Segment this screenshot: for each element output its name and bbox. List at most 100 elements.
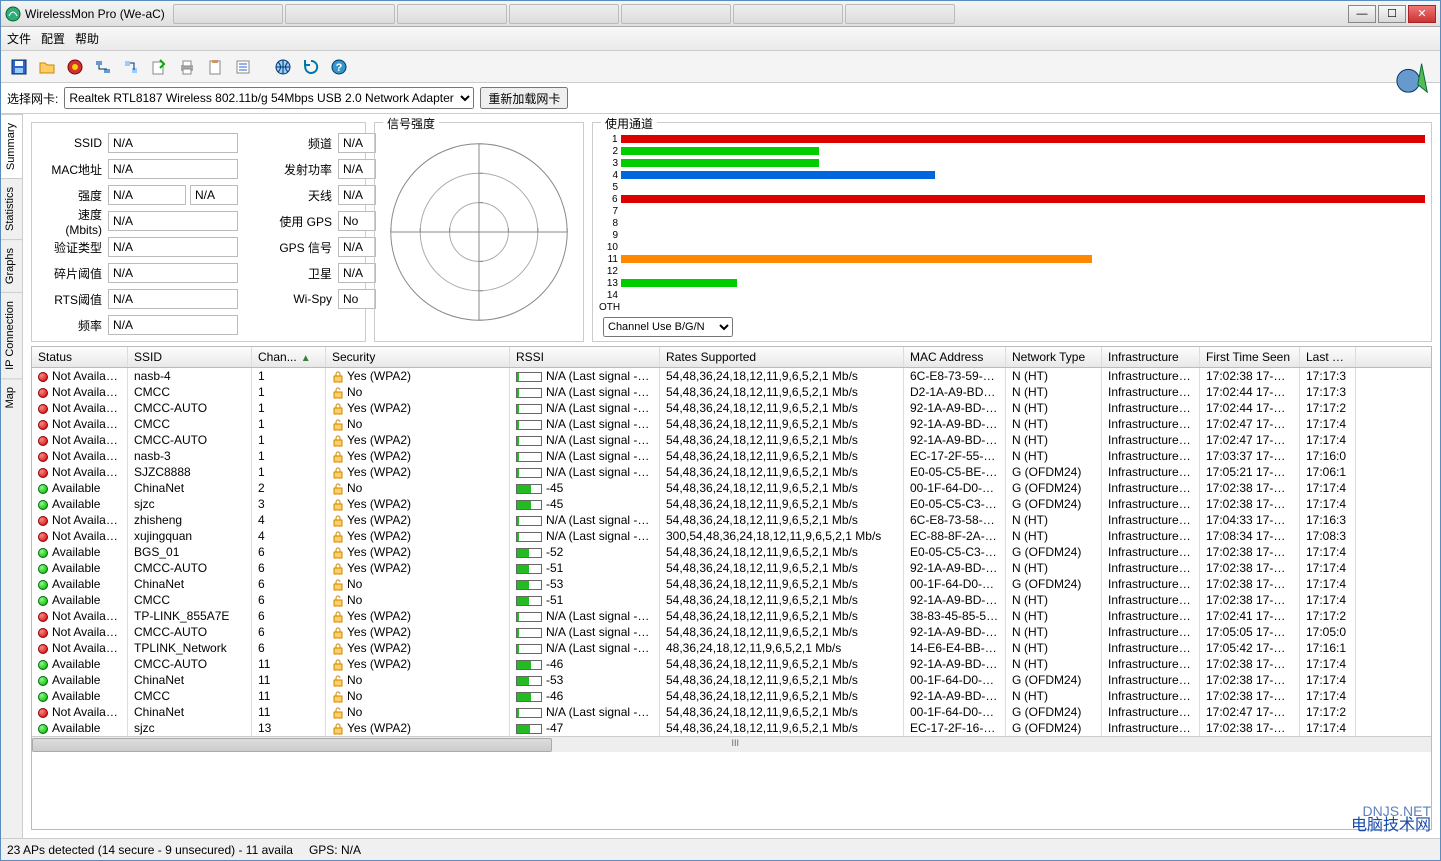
rssi-bar-icon	[516, 628, 542, 638]
status-dot-icon	[38, 676, 48, 686]
col-status[interactable]: Status	[32, 347, 128, 367]
table-row[interactable]: AvailableCMCC6No-5154,48,36,24,18,12,11,…	[32, 592, 1431, 608]
status-dot-icon	[38, 708, 48, 718]
tab-ipconnection[interactable]: IP Connection	[1, 292, 22, 378]
horizontal-scrollbar[interactable]: III	[32, 736, 1431, 752]
col-rssi[interactable]: RSSI	[510, 347, 660, 367]
channel-row: 8	[599, 217, 1425, 229]
tab-graphs[interactable]: Graphs	[1, 239, 22, 292]
col-last-time[interactable]: Last Tim	[1300, 347, 1356, 367]
table-row[interactable]: AvailableChinaNet6No-5354,48,36,24,18,12…	[32, 576, 1431, 592]
close-button[interactable]: ✕	[1408, 5, 1436, 23]
status-dot-icon	[38, 484, 48, 494]
status-dot-icon	[38, 564, 48, 574]
app-logo-icon	[1395, 58, 1433, 96]
table-row[interactable]: AvailableCMCC11No-4654,48,36,24,18,12,11…	[32, 688, 1431, 704]
help-icon[interactable]: ?	[327, 55, 351, 79]
table-row[interactable]: AvailableChinaNet2No-4554,48,36,24,18,12…	[32, 480, 1431, 496]
table-row[interactable]: Availablesjzc3Yes (WPA2)-4554,48,36,24,1…	[32, 496, 1431, 512]
rssi-bar-icon	[516, 404, 542, 414]
tab-statistics[interactable]: Statistics	[1, 178, 22, 239]
table-row[interactable]: AvailableCMCC-AUTO11Yes (WPA2)-4654,48,3…	[32, 656, 1431, 672]
tab-map[interactable]: Map	[1, 378, 22, 416]
col-channel[interactable]: Chan...▲	[252, 347, 326, 367]
table-row[interactable]: Not AvailableCMCC-AUTO6Yes (WPA2)N/A (La…	[32, 624, 1431, 640]
refresh-icon[interactable]	[299, 55, 323, 79]
table-row[interactable]: Availablesjzc13Yes (WPA2)-4754,48,36,24,…	[32, 720, 1431, 736]
nic-label: 选择网卡:	[7, 90, 58, 107]
table-row[interactable]: Not AvailableSJZC88881Yes (WPA2)N/A (Las…	[32, 464, 1431, 480]
rssi-bar-icon	[516, 676, 542, 686]
grid-header: Status SSID Chan...▲ Security RSSI Rates…	[32, 347, 1431, 368]
col-network-type[interactable]: Network Type	[1006, 347, 1102, 367]
rssi-bar-icon	[516, 580, 542, 590]
menubar: 文件 配置 帮助	[1, 27, 1440, 51]
rssi-bar-icon	[516, 484, 542, 494]
channel-row: 4	[599, 169, 1425, 181]
table-row[interactable]: Not AvailableCMCC-AUTO1Yes (WPA2)N/A (La…	[32, 432, 1431, 448]
save-icon[interactable]	[7, 55, 31, 79]
field-auth: N/A	[108, 237, 238, 257]
nic-select[interactable]: Realtek RTL8187 Wireless 802.11b/g 54Mbp…	[64, 87, 474, 109]
rssi-bar-icon	[516, 500, 542, 510]
export-icon[interactable]	[147, 55, 171, 79]
minimize-button[interactable]: —	[1348, 5, 1376, 23]
folder-icon[interactable]	[35, 55, 59, 79]
col-first-seen[interactable]: First Time Seen	[1200, 347, 1300, 367]
channel-use-select[interactable]: Channel Use B/G/N	[603, 317, 733, 337]
tab-summary[interactable]: Summary	[1, 114, 22, 178]
rssi-bar-icon	[516, 564, 542, 574]
table-row[interactable]: AvailableBGS_016Yes (WPA2)-5254,48,36,24…	[32, 544, 1431, 560]
col-security[interactable]: Security	[326, 347, 510, 367]
rssi-bar-icon	[516, 660, 542, 670]
status-dot-icon	[38, 452, 48, 462]
table-row[interactable]: Not AvailableTP-LINK_855A7E6Yes (WPA2)N/…	[32, 608, 1431, 624]
rssi-bar-icon	[516, 708, 542, 718]
status-dot-icon	[38, 532, 48, 542]
table-row[interactable]: Not Availablexujingquan4Yes (WPA2)N/A (L…	[32, 528, 1431, 544]
field-gpssignal: N/A	[338, 237, 376, 257]
sort-asc-icon: ▲	[301, 353, 311, 364]
col-ssid[interactable]: SSID	[128, 347, 252, 367]
globe-icon[interactable]	[271, 55, 295, 79]
menu-help[interactable]: 帮助	[75, 30, 99, 47]
field-mac: N/A	[108, 159, 238, 179]
menu-file[interactable]: 文件	[7, 30, 31, 47]
polar-chart-icon	[381, 129, 577, 335]
rssi-bar-icon	[516, 388, 542, 398]
network-icon[interactable]	[91, 55, 115, 79]
menu-config[interactable]: 配置	[41, 30, 65, 47]
col-rates[interactable]: Rates Supported	[660, 347, 904, 367]
col-infrastructure[interactable]: Infrastructure	[1102, 347, 1200, 367]
list-icon[interactable]	[231, 55, 255, 79]
reload-nic-button[interactable]: 重新加载网卡	[480, 87, 568, 109]
channel-use-box: 使用通道 1234567891011121314 OTH Channel Use…	[592, 122, 1432, 342]
table-row[interactable]: Not Availablezhisheng4Yes (WPA2)N/A (Las…	[32, 512, 1431, 528]
table-row[interactable]: Not Availablenasb-31Yes (WPA2)N/A (Last …	[32, 448, 1431, 464]
record-icon[interactable]	[63, 55, 87, 79]
ap-grid[interactable]: Status SSID Chan...▲ Security RSSI Rates…	[31, 346, 1432, 830]
table-row[interactable]: AvailableChinaNet11No-5354,48,36,24,18,1…	[32, 672, 1431, 688]
rssi-bar-icon	[516, 596, 542, 606]
print-icon[interactable]	[175, 55, 199, 79]
status-bar: 23 APs detected (14 secure - 9 unsecured…	[1, 838, 1440, 860]
channel-row: 3	[599, 157, 1425, 169]
nic-row: 选择网卡: Realtek RTL8187 Wireless 802.11b/g…	[1, 83, 1440, 113]
status-dot-icon	[38, 580, 48, 590]
clipboard-icon[interactable]	[203, 55, 227, 79]
table-row[interactable]: Not AvailableCMCC1NoN/A (Last signal -52…	[32, 416, 1431, 432]
col-mac[interactable]: MAC Address	[904, 347, 1006, 367]
maximize-button[interactable]: ☐	[1378, 5, 1406, 23]
table-row[interactable]: Not AvailableCMCC1NoN/A (Last signal -54…	[32, 384, 1431, 400]
channel-row: 2	[599, 145, 1425, 157]
table-row[interactable]: Not AvailableTPLINK_Network6Yes (WPA2)N/…	[32, 640, 1431, 656]
table-row[interactable]: Not AvailableChinaNet11NoN/A (Last signa…	[32, 704, 1431, 720]
table-row[interactable]: Not Availablenasb-41Yes (WPA2)N/A (Last …	[32, 368, 1431, 384]
channel-row: 5	[599, 181, 1425, 193]
status-dot-icon	[38, 628, 48, 638]
table-row[interactable]: Not AvailableCMCC-AUTO1Yes (WPA2)N/A (La…	[32, 400, 1431, 416]
table-row[interactable]: AvailableCMCC-AUTO6Yes (WPA2)-5154,48,36…	[32, 560, 1431, 576]
status-aps: 23 APs detected (14 secure - 9 unsecured…	[7, 843, 293, 857]
status-dot-icon	[38, 372, 48, 382]
connect-icon[interactable]	[119, 55, 143, 79]
